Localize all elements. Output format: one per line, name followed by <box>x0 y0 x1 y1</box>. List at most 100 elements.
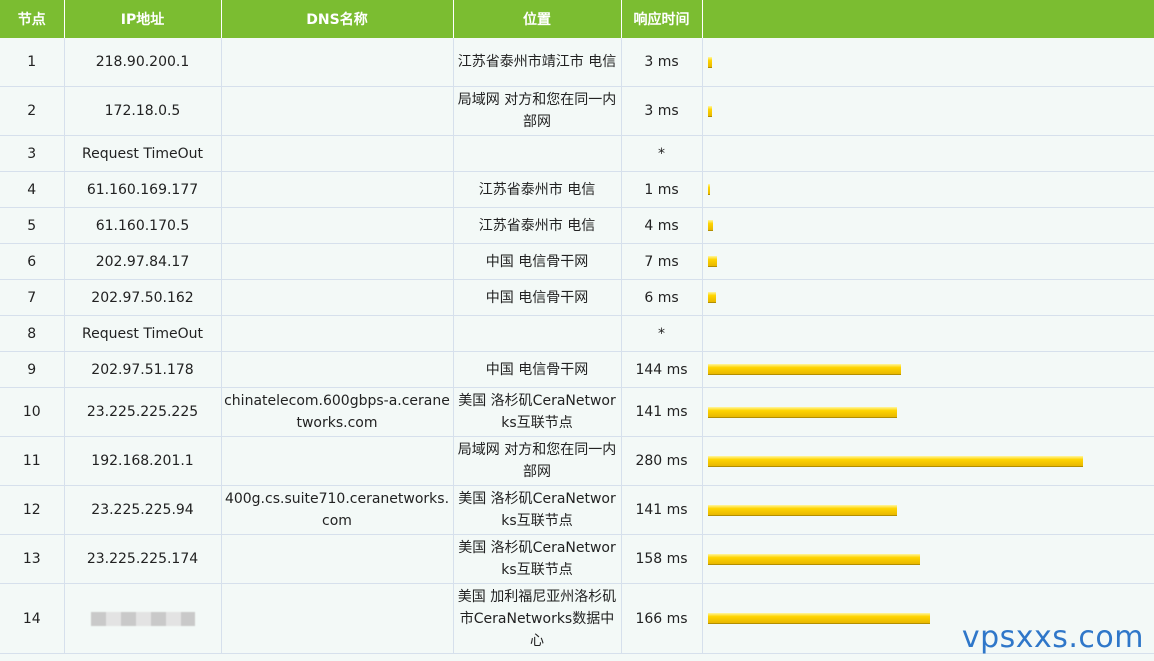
time-cell: 144 ms <box>621 351 703 388</box>
ip-cell: 192.168.201.1 <box>64 436 222 486</box>
dns-cell <box>221 38 454 87</box>
dns-cell <box>221 171 454 208</box>
hop-cell: 10 <box>0 387 65 437</box>
response-time-bar <box>707 220 713 231</box>
response-time-bar <box>707 364 901 375</box>
table-row: 6 202.97.84.17 中国 电信骨干网 7 ms <box>0 243 1154 280</box>
hop-cell: 3 <box>0 135 65 172</box>
bar-cell <box>702 351 1154 388</box>
header-dns: DNS名称 <box>221 0 454 38</box>
bar-cell <box>702 315 1154 352</box>
time-cell: 3 ms <box>621 86 703 136</box>
bar-cell <box>702 38 1154 87</box>
table-row: 9 202.97.51.178 中国 电信骨干网 144 ms <box>0 351 1154 388</box>
bar-cell <box>702 171 1154 208</box>
table-row: 1 218.90.200.1 江苏省泰州市靖江市 电信 3 ms <box>0 38 1154 87</box>
location-cell <box>453 315 622 352</box>
ip-cell: Request TimeOut <box>64 135 222 172</box>
watermark: vpsxxs.com <box>961 620 1144 655</box>
table-row: 8 Request TimeOut * <box>0 315 1154 352</box>
bar-cell <box>702 243 1154 280</box>
time-cell: 141 ms <box>621 485 703 535</box>
response-time-bar <box>707 406 897 418</box>
ip-cell: 202.97.84.17 <box>64 243 222 280</box>
traceroute-table: 节点 IP地址 DNS名称 位置 响应时间 1 218.90.200.1 江苏省泰州… <box>0 0 1154 654</box>
table-row: 11 192.168.201.1 局域网 对方和您在同一内部网 280 ms <box>0 436 1154 486</box>
response-time-bar <box>707 56 712 68</box>
ip-cell <box>64 583 222 654</box>
dns-cell <box>221 351 454 388</box>
dns-cell <box>221 207 454 244</box>
location-cell: 中国 电信骨干网 <box>453 351 622 388</box>
location-cell: 江苏省泰州市 电信 <box>453 207 622 244</box>
table-header-row: 节点 IP地址 DNS名称 位置 响应时间 <box>0 0 1154 38</box>
header-hop: 节点 <box>0 0 65 38</box>
table-row: 5 61.160.170.5 江苏省泰州市 电信 4 ms <box>0 207 1154 244</box>
response-time-bar <box>707 256 717 267</box>
time-cell: 280 ms <box>621 436 703 486</box>
table-row: 13 23.225.225.174 美国 洛杉矶CeraNetworks互联节点 15… <box>0 534 1154 584</box>
bar-cell <box>702 135 1154 172</box>
table-row: 7 202.97.50.162 中国 电信骨干网 6 ms <box>0 279 1154 316</box>
hop-cell: 11 <box>0 436 65 486</box>
response-time-bar <box>707 105 712 117</box>
response-time-bar <box>707 553 920 565</box>
location-cell: 局域网 对方和您在同一内部网 <box>453 86 622 136</box>
time-cell: 7 ms <box>621 243 703 280</box>
dns-cell <box>221 279 454 316</box>
ip-cell: Request TimeOut <box>64 315 222 352</box>
response-time-bar <box>707 613 930 624</box>
hop-cell: 12 <box>0 485 65 535</box>
response-time-bar <box>707 292 716 303</box>
hop-cell: 6 <box>0 243 65 280</box>
dns-cell <box>221 86 454 136</box>
dns-cell <box>221 436 454 486</box>
ip-cell: 172.18.0.5 <box>64 86 222 136</box>
ip-cell: 218.90.200.1 <box>64 38 222 87</box>
location-cell: 江苏省泰州市靖江市 电信 <box>453 38 622 87</box>
response-time-bar <box>707 455 1083 467</box>
time-cell: 1 ms <box>621 171 703 208</box>
ip-cell: 23.225.225.174 <box>64 534 222 584</box>
bar-cell <box>702 279 1154 316</box>
bar-cell <box>702 387 1154 437</box>
ip-cell: 23.225.225.94 <box>64 485 222 535</box>
hop-cell: 9 <box>0 351 65 388</box>
location-cell: 美国 洛杉矶CeraNetworks互联节点 <box>453 534 622 584</box>
time-cell: 3 ms <box>621 38 703 87</box>
table-row: 10 23.225.225.225 chinatelecom.600gbps-a.c… <box>0 387 1154 437</box>
location-cell: 美国 加利福尼亚州洛杉矶市CeraNetworks数据中心 <box>453 583 622 654</box>
hop-cell: 1 <box>0 38 65 87</box>
dns-cell: 400g.cs.suite710.ceranetworks.com <box>221 485 454 535</box>
table-row: 12 23.225.225.94 400g.cs.suite710.ceranetw… <box>0 485 1154 535</box>
time-cell: * <box>621 135 703 172</box>
header-response-time: 响应时间 <box>621 0 703 38</box>
hop-cell: 5 <box>0 207 65 244</box>
location-cell: 局域网 对方和您在同一内部网 <box>453 436 622 486</box>
bar-cell <box>702 534 1154 584</box>
table-row: 2 172.18.0.5 局域网 对方和您在同一内部网 3 ms <box>0 86 1154 136</box>
dns-cell <box>221 135 454 172</box>
header-location: 位置 <box>453 0 622 38</box>
location-cell: 江苏省泰州市 电信 <box>453 171 622 208</box>
time-cell: 6 ms <box>621 279 703 316</box>
response-time-bar <box>707 184 710 195</box>
bar-cell <box>702 436 1154 486</box>
bar-cell <box>702 485 1154 535</box>
time-cell: 4 ms <box>621 207 703 244</box>
hop-cell: 14 <box>0 583 65 654</box>
ip-cell: 61.160.169.177 <box>64 171 222 208</box>
dns-cell <box>221 243 454 280</box>
time-cell: 158 ms <box>621 534 703 584</box>
response-time-bar <box>707 504 897 516</box>
redacted-ip <box>90 611 195 626</box>
location-cell: 美国 洛杉矶CeraNetworks互联节点 <box>453 387 622 437</box>
dns-cell: chinatelecom.600gbps-a.ceranetworks.com <box>221 387 454 437</box>
location-cell <box>453 135 622 172</box>
hop-cell: 7 <box>0 279 65 316</box>
table-row: 4 61.160.169.177 江苏省泰州市 电信 1 ms <box>0 171 1154 208</box>
ip-cell: 202.97.51.178 <box>64 351 222 388</box>
hop-cell: 13 <box>0 534 65 584</box>
ip-cell: 61.160.170.5 <box>64 207 222 244</box>
location-cell: 中国 电信骨干网 <box>453 279 622 316</box>
